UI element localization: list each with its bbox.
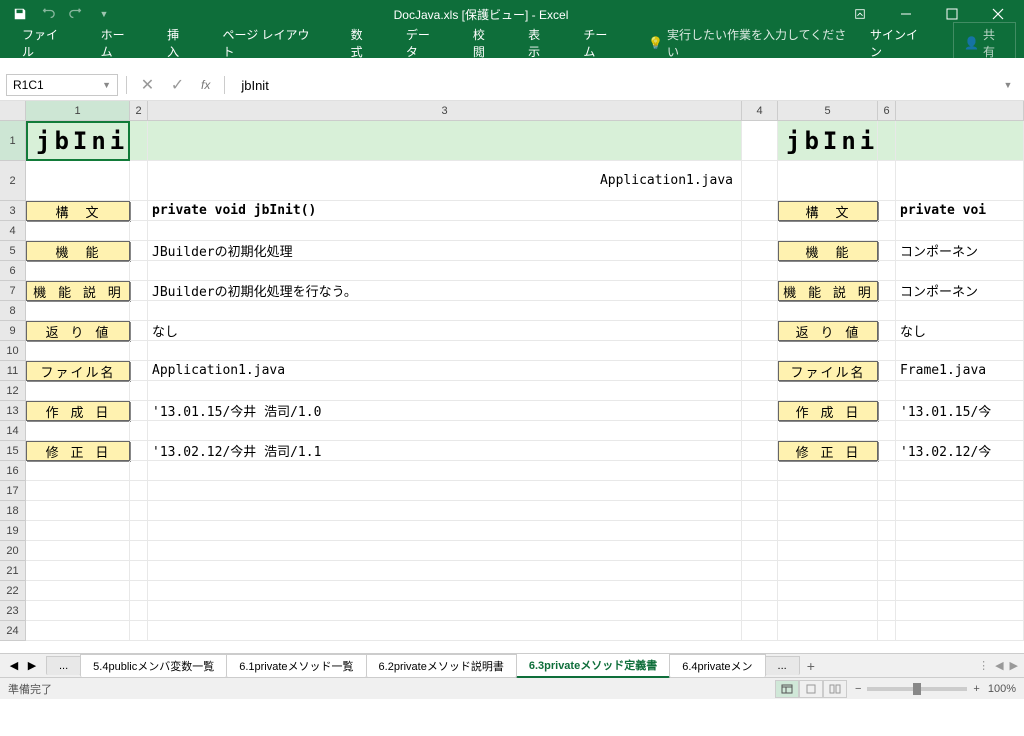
- value-desc[interactable]: JBuilderの初期化処理を行なう。: [148, 281, 742, 301]
- label-created[interactable]: 作 成 日: [26, 401, 130, 421]
- value-ret[interactable]: なし: [148, 321, 742, 341]
- tab-home[interactable]: ホーム: [87, 20, 150, 66]
- view-pagebreak-button[interactable]: [823, 680, 847, 698]
- col-header[interactable]: 4: [742, 101, 778, 120]
- col-header[interactable]: [896, 101, 1024, 120]
- row-header[interactable]: 2: [0, 161, 26, 201]
- value-func[interactable]: JBuilderの初期化処理: [148, 241, 742, 261]
- worksheet-grid[interactable]: 1 jbInit jbInit 2 Application1.java 3 構 …: [0, 121, 1024, 653]
- row-header[interactable]: 1: [0, 121, 26, 161]
- chevron-down-icon: ▼: [102, 80, 111, 90]
- label-desc[interactable]: 機 能 説 明: [26, 281, 130, 301]
- cell-jbinit2[interactable]: jbInit: [778, 121, 878, 161]
- label-file[interactable]: ファイル名: [26, 361, 130, 381]
- row-header[interactable]: 4: [0, 221, 26, 241]
- worksheet-tab-ellipsis-right[interactable]: ...: [765, 656, 800, 675]
- label-syntax[interactable]: 構 文: [26, 201, 130, 221]
- enter-formula-button[interactable]: ✓: [165, 74, 191, 96]
- label-modified[interactable]: 修 正 日: [26, 441, 130, 461]
- person-icon: 👤: [964, 36, 979, 50]
- tab-scroll-right[interactable]: ▶: [24, 657, 40, 675]
- active-cell[interactable]: jbInit: [26, 121, 130, 161]
- cancel-formula-button[interactable]: ✕: [135, 74, 161, 96]
- zoom-slider[interactable]: − +: [855, 683, 980, 695]
- tab-insert[interactable]: 挿入: [153, 20, 204, 66]
- row-header[interactable]: 23: [0, 601, 26, 621]
- row-header[interactable]: 9: [0, 321, 26, 341]
- row-header[interactable]: 24: [0, 621, 26, 641]
- row-header[interactable]: 11: [0, 361, 26, 381]
- signin-button[interactable]: サインイン: [856, 20, 941, 66]
- value-file[interactable]: Application1.java: [148, 361, 742, 381]
- select-all-corner[interactable]: [0, 101, 26, 120]
- zoom-thumb[interactable]: [913, 683, 921, 695]
- add-worksheet-button[interactable]: +: [799, 658, 823, 674]
- formula-input[interactable]: [233, 74, 994, 96]
- row-header[interactable]: 6: [0, 261, 26, 281]
- row-header[interactable]: 10: [0, 341, 26, 361]
- worksheet-tab[interactable]: 6.4privateメン: [669, 654, 765, 677]
- zoom-level[interactable]: 100%: [988, 683, 1016, 695]
- value-modified[interactable]: '13.02.12/今井 浩司/1.1: [148, 441, 742, 461]
- row-header[interactable]: 13: [0, 401, 26, 421]
- zoom-out-button[interactable]: −: [855, 683, 861, 695]
- value-created[interactable]: '13.01.15/今井 浩司/1.0: [148, 401, 742, 421]
- tab-scroll-left[interactable]: ◀: [6, 657, 22, 675]
- tab-team[interactable]: チーム: [569, 20, 632, 66]
- worksheet-tab[interactable]: 6.2privateメソッド説明書: [366, 654, 517, 677]
- status-ready: 準備完了: [8, 681, 52, 697]
- row-header[interactable]: 15: [0, 441, 26, 461]
- row-header[interactable]: 12: [0, 381, 26, 401]
- row-header[interactable]: 3: [0, 201, 26, 221]
- formula-expand-button[interactable]: ▼: [998, 80, 1018, 90]
- tab-data[interactable]: データ: [392, 20, 455, 66]
- row-header[interactable]: 17: [0, 481, 26, 501]
- view-normal-button[interactable]: [775, 680, 799, 698]
- row-header[interactable]: 18: [0, 501, 26, 521]
- label-func[interactable]: 機 能: [26, 241, 130, 261]
- worksheet-tab[interactable]: 6.1privateメソッド一覧: [226, 654, 366, 677]
- tellme-search[interactable]: 💡 実行したい作業を入力してください: [648, 26, 852, 60]
- tab-review[interactable]: 校閲: [459, 20, 510, 66]
- share-button[interactable]: 👤 共有: [953, 22, 1016, 64]
- bulb-icon: 💡: [648, 36, 663, 50]
- hscroll-right-icon[interactable]: ▶: [1010, 659, 1018, 672]
- row-header[interactable]: 19: [0, 521, 26, 541]
- worksheet-tab-active[interactable]: 6.3privateメソッド定義書: [516, 653, 670, 678]
- hscroll-left-icon[interactable]: ◀: [995, 659, 1003, 672]
- tab-splitter-icon[interactable]: ⋮: [978, 659, 989, 672]
- row-header[interactable]: 20: [0, 541, 26, 561]
- tab-file[interactable]: ファイル: [8, 20, 83, 66]
- col-header[interactable]: 5: [778, 101, 878, 120]
- tab-formulas[interactable]: 数式: [337, 20, 388, 66]
- col-header[interactable]: 6: [878, 101, 896, 120]
- value-syntax[interactable]: private void jbInit(): [148, 201, 742, 221]
- view-pagelayout-button[interactable]: [799, 680, 823, 698]
- row-header[interactable]: 14: [0, 421, 26, 441]
- fx-icon[interactable]: fx: [195, 78, 216, 92]
- col-header[interactable]: 3: [148, 101, 742, 120]
- row-header[interactable]: 7: [0, 281, 26, 301]
- label-syntax2[interactable]: 構 文: [778, 201, 878, 221]
- label-ret[interactable]: 返 り 値: [26, 321, 130, 341]
- worksheet-tab-ellipsis[interactable]: ...: [46, 656, 81, 675]
- row-header[interactable]: 16: [0, 461, 26, 481]
- name-box[interactable]: R1C1 ▼: [6, 74, 118, 96]
- worksheet-tab[interactable]: 5.4publicメンバ変数一覧: [80, 654, 227, 677]
- cell-filename[interactable]: Application1.java: [148, 161, 742, 201]
- col-header[interactable]: 1: [26, 101, 130, 120]
- row-header[interactable]: 5: [0, 241, 26, 261]
- row-header[interactable]: 21: [0, 561, 26, 581]
- row-header[interactable]: 22: [0, 581, 26, 601]
- tab-pagelayout[interactable]: ページ レイアウト: [208, 20, 332, 66]
- zoom-in-button[interactable]: +: [973, 683, 979, 695]
- col-header[interactable]: 2: [130, 101, 148, 120]
- row-header[interactable]: 8: [0, 301, 26, 321]
- redo-button[interactable]: [64, 2, 88, 26]
- undo-button[interactable]: [36, 2, 60, 26]
- qat-customize-button[interactable]: ▼: [92, 2, 116, 26]
- tab-view[interactable]: 表示: [514, 20, 565, 66]
